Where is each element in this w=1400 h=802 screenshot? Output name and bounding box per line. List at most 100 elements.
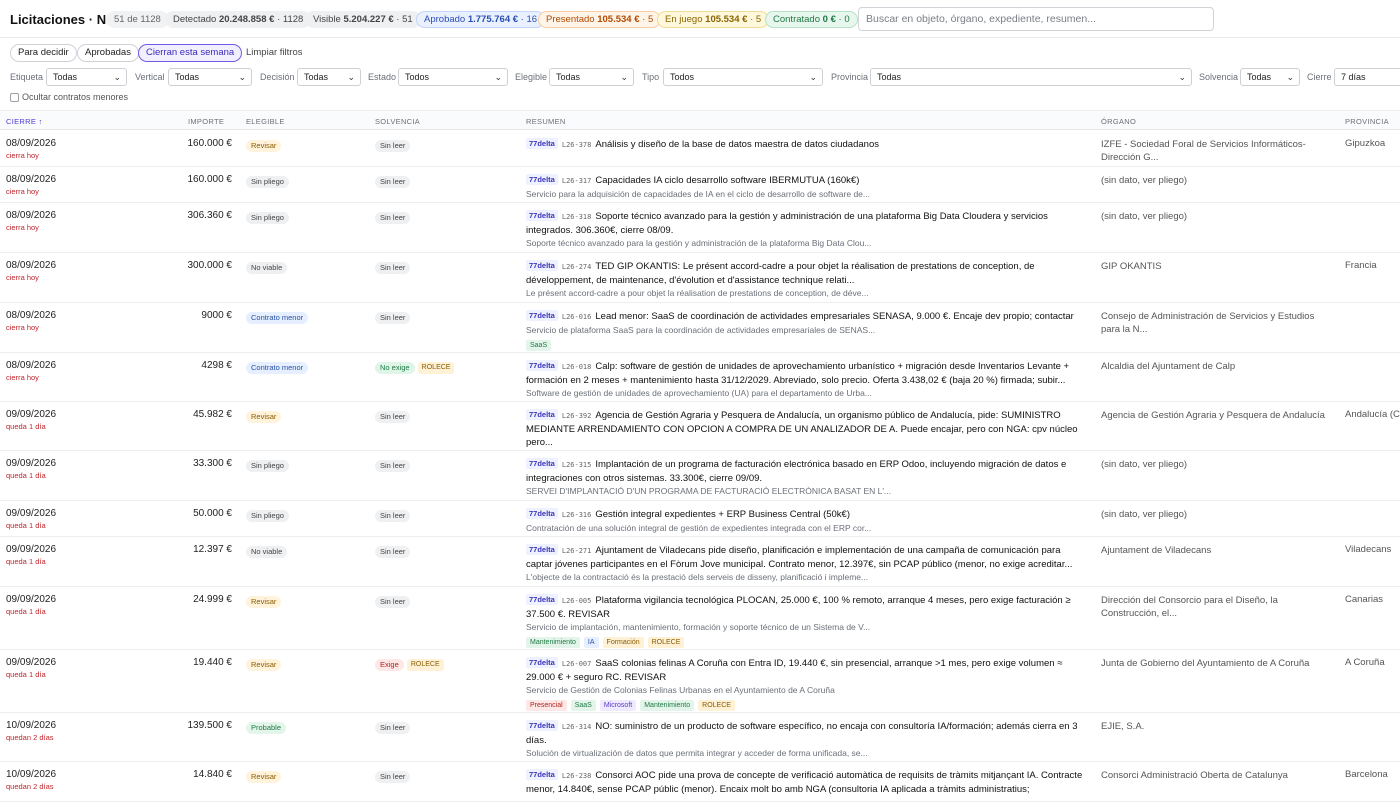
pill-value: 20.248.858 €	[218, 14, 275, 25]
column-header-provincia[interactable]: PROVINCIA	[1345, 117, 1389, 126]
tender-title[interactable]: NO: suministro de un producto de softwar…	[526, 721, 1078, 746]
tender-title[interactable]: Agencia de Gestión Agraria y Pesquera de…	[526, 410, 1078, 448]
column-header-organo[interactable]: ÓRGANO	[1101, 117, 1136, 126]
filter-value: Todos	[670, 72, 695, 82]
filter-select-solvencia[interactable]: Todas ⌄	[1240, 68, 1300, 86]
table-row[interactable]: 08/09/2026 cierra hoy 9000 € Contrato menor…	[0, 303, 1400, 353]
result-count-badge: 51 de 1128	[106, 11, 169, 28]
pill-label: En juego	[665, 14, 703, 25]
pill-en-juego[interactable]: En juego 105.534 € · 5	[657, 11, 770, 28]
amount: 139.500 €	[187, 720, 233, 731]
table-row[interactable]: 08/09/2026 cierra hoy 4298 € Contrato menor…	[0, 353, 1400, 402]
eligibility-badge: Revisar	[246, 771, 282, 784]
column-header-importe[interactable]: IMPORTE	[188, 117, 224, 126]
contracting-body: Ajuntament de Viladecans	[1101, 545, 1212, 556]
top-bar: Licitaciones · NGA 51 de 1128 Detectado …	[0, 0, 1400, 38]
tender-code: L26-005	[561, 597, 592, 605]
search-input[interactable]	[858, 7, 1214, 31]
tender-title[interactable]: Plataforma vigilancia tecnológica PLOCAN…	[526, 595, 1071, 620]
agency-badge: 77delta	[526, 138, 558, 149]
contracting-body: Junta de Gobierno del Ayuntamiento de A …	[1101, 658, 1310, 669]
table-row[interactable]: 08/09/2026 cierra hoy 300.000 € No viable Si…	[0, 253, 1400, 303]
tag-badge: ROLECE	[647, 637, 685, 648]
table-row[interactable]: 08/09/2026 cierra hoy 160.000 € Revisar Sin …	[0, 131, 1400, 167]
table-row[interactable]: 09/09/2026 queda 1 día 33.300 € Sin pliego S…	[0, 451, 1400, 501]
contracting-body: IZFE - Sociedad Foral de Servicios Infor…	[1101, 139, 1306, 163]
table-row[interactable]: 10/09/2026 quedan 2 días 139.500 € Probable…	[0, 713, 1400, 762]
tender-title[interactable]: SaaS colonias felinas A Coruña con Entra…	[526, 658, 1062, 683]
eligibility-badge: Revisar	[246, 140, 282, 153]
tender-title[interactable]: Ajuntament de Viladecans pide diseño, pl…	[526, 545, 1072, 570]
tender-title[interactable]: Calp: software de gestión de unidades de…	[526, 361, 1069, 386]
chevron-down-icon: ⌄	[238, 72, 246, 82]
tender-code: L26-392	[561, 412, 592, 420]
tender-title[interactable]: Soporte técnico avanzado para la gestión…	[526, 211, 1048, 236]
filter-select-etiqueta[interactable]: Todas ⌄	[46, 68, 127, 86]
hide-minor-checkbox[interactable]	[10, 93, 19, 102]
tender-title[interactable]: Gestión integral expedientes + ERP Busin…	[595, 509, 850, 520]
pill-value: 105.534 €	[597, 14, 640, 25]
solvency-badge: Exige	[375, 659, 404, 672]
eligibility-badge: Revisar	[246, 659, 282, 672]
agency-badge: 77delta	[526, 310, 558, 321]
table-row[interactable]: 09/09/2026 queda 1 día 50.000 € Sin pliego S…	[0, 501, 1400, 537]
table-row[interactable]: 08/09/2026 cierra hoy 160.000 € Sin pliego S…	[0, 167, 1400, 203]
table-row[interactable]: 10/09/2026 quedan 2 días 14.840 € Revisar Si…	[0, 762, 1400, 802]
solvency-badge: Sin leer	[375, 140, 411, 153]
solvency-badge: Sin leer	[375, 212, 411, 225]
tender-title[interactable]: Capacidades IA ciclo desarrollo software…	[595, 175, 859, 186]
eligibility-badge: Sin pliego	[246, 176, 289, 189]
rolece-badge: ROLECE	[417, 362, 455, 375]
close-date: 10/09/2026	[6, 720, 57, 731]
pill-count: · 5	[642, 14, 654, 25]
table-row[interactable]: 09/09/2026 queda 1 día 12.397 € No viable Si…	[0, 537, 1400, 587]
table-row[interactable]: 09/09/2026 queda 1 día 19.440 € Revisar Exig…	[0, 650, 1400, 713]
filter-select-cierre[interactable]: 7 días	[1334, 68, 1400, 86]
pill-visible[interactable]: Visible 5.204.227 € · 51	[305, 11, 421, 28]
pill-detectado[interactable]: Detectado 20.248.858 € · 1128	[165, 11, 312, 28]
chevron-down-icon: ⌄	[113, 72, 121, 82]
eligibility-badge: Sin pliego	[246, 212, 289, 225]
filter-select-vertical[interactable]: Todas ⌄	[168, 68, 252, 86]
pill-value: 5.204.227 €	[343, 14, 394, 25]
tender-title[interactable]: Análisis y diseño de la base de datos ma…	[595, 139, 879, 150]
pill-presentado[interactable]: Presentado 105.534 € · 5	[538, 11, 662, 28]
filter-select-provincia[interactable]: Todas ⌄	[870, 68, 1192, 86]
table-row[interactable]: 09/09/2026 queda 1 día 45.982 € Revisar Sin …	[0, 402, 1400, 451]
quick-filter-para-decidir[interactable]: Para decidir	[10, 44, 77, 62]
filter-select-elegible[interactable]: Todas ⌄	[549, 68, 634, 86]
days-remaining: queda 1 día	[6, 471, 46, 480]
tag-list: SaaS	[526, 338, 1088, 351]
column-header-elegible[interactable]: ELEGIBLE	[246, 117, 285, 126]
column-header-cierre[interactable]: CIERRE ↑	[6, 117, 43, 126]
tender-title[interactable]: Lead menor: SaaS de coordinación de acti…	[595, 311, 1073, 322]
quick-filter-cierran-semana[interactable]: Cierran esta semana	[138, 44, 243, 62]
chevron-down-icon: ⌄	[1286, 72, 1294, 82]
agency-badge: 77delta	[526, 657, 558, 668]
amount: 160.000 €	[187, 174, 233, 185]
filter-select-tipo[interactable]: Todos ⌄	[663, 68, 823, 86]
filter-select-estado[interactable]: Todos ⌄	[398, 68, 508, 86]
contracting-body: Agencia de Gestión Agraria y Pesquera de…	[1101, 410, 1325, 421]
amount: 4298 €	[201, 360, 232, 371]
table-row[interactable]: 09/09/2026 queda 1 día 24.999 € Revisar Sin …	[0, 587, 1400, 650]
tender-title[interactable]: Consorci AOC pide una prova de concepte …	[526, 770, 1082, 795]
clear-filters-link[interactable]: Limpiar filtros	[246, 47, 303, 58]
column-header-solvencia[interactable]: SOLVENCIA	[375, 117, 420, 126]
days-remaining: cierra hoy	[6, 323, 39, 332]
column-header-resumen[interactable]: RESUMEN	[526, 117, 566, 126]
filter-select-decision[interactable]: Todas ⌄	[297, 68, 361, 86]
tag-badge: Mantenimiento	[640, 700, 695, 711]
days-remaining: queda 1 día	[6, 422, 46, 431]
contracting-body: EJIE, S.A.	[1101, 721, 1145, 732]
pill-contratado[interactable]: Contratado 0 € · 0	[765, 11, 858, 28]
eligibility-badge: Sin pliego	[246, 460, 289, 473]
table-row[interactable]: 08/09/2026 cierra hoy 306.360 € Sin pliego S…	[0, 203, 1400, 253]
tender-title[interactable]: Implantación de un programa de facturaci…	[526, 459, 1066, 484]
quick-filter-aprobadas[interactable]: Aprobadas	[77, 44, 139, 62]
row-description: Servicio para la adquisición de capacida…	[526, 189, 870, 199]
row-description: Software de gestión de unidades de aprov…	[526, 388, 872, 398]
pill-aprobado[interactable]: Aprobado 1.775.764 € · 16	[416, 11, 546, 28]
tender-title[interactable]: TED GIP OKANTIS: Le présent accord-cadre…	[526, 261, 1035, 286]
close-date: 08/09/2026	[6, 310, 57, 321]
